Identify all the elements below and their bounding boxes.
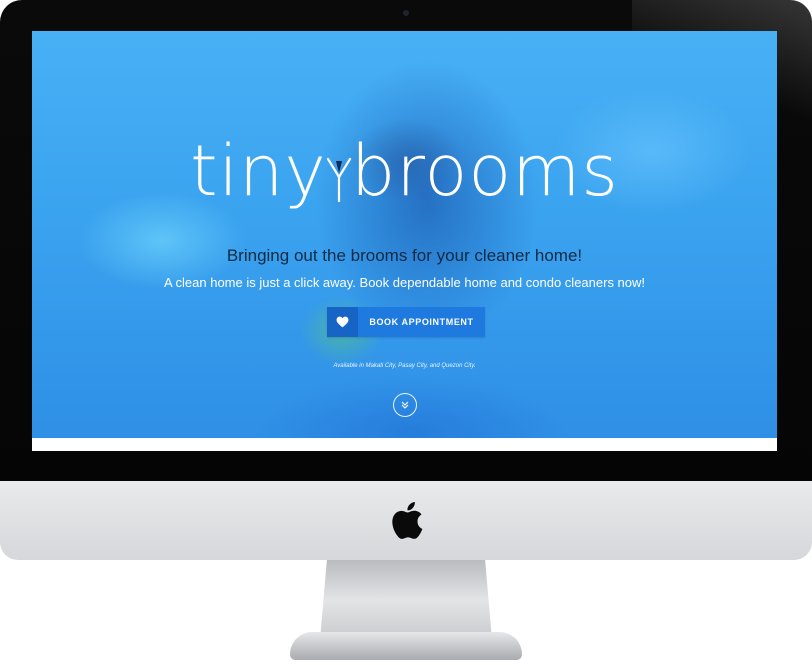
site-logo[interactable]: tiny brooms [32, 136, 777, 206]
hero-section: tiny brooms Bringing out the brooms for … [32, 31, 777, 438]
imac-mockup: tiny brooms Bringing out the brooms for … [0, 0, 812, 665]
book-appointment-button[interactable]: BOOK APPOINTMENT [327, 307, 485, 337]
double-chevron-down-icon[interactable] [393, 393, 417, 417]
hero-subline: A clean home is just a click away. Book … [163, 275, 646, 290]
availability-note: Available in Makati City, Pasay City, an… [333, 363, 476, 369]
monitor-stand-neck [320, 560, 492, 640]
heart-icon [327, 307, 358, 337]
camera-dot [403, 10, 409, 16]
broom-icon [326, 157, 351, 203]
monitor-chin [0, 481, 812, 560]
page-content-strip [32, 438, 777, 451]
book-appointment-label: BOOK APPOINTMENT [369, 317, 474, 327]
monitor-stand-base [290, 632, 522, 660]
website-screen: tiny brooms Bringing out the brooms for … [32, 31, 777, 451]
logo-text-left: tiny [190, 130, 327, 212]
apple-logo-icon [392, 502, 423, 539]
hero-tagline: Bringing out the brooms for your cleaner… [226, 246, 583, 265]
logo-text-right: brooms [350, 130, 619, 212]
